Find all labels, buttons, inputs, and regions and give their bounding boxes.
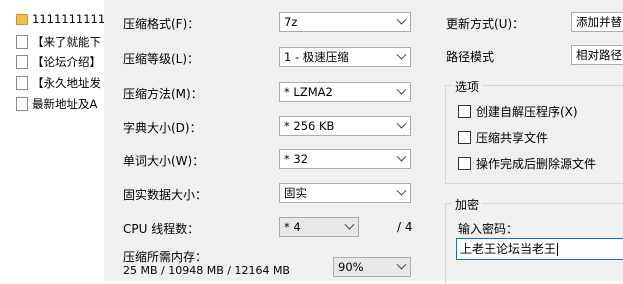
memory-percent-select[interactable]: 90% [333,257,411,277]
folder-icon [16,13,28,25]
chevron-down-icon [396,14,407,25]
memory-percent-value: 90% [338,260,364,274]
format-value: 7z [284,15,298,29]
chevron-down-icon [396,118,407,129]
chevron-down-icon [396,84,407,95]
delete-after-checkbox[interactable]: 操作完成后删除源文件 [458,155,596,172]
solid-block-value: 固实 [284,186,307,200]
shared-files-label: 压缩共享文件 [476,131,549,145]
checkbox-box [458,131,471,144]
memory-value: 25 MB / 10948 MB / 12164 MB [123,264,290,277]
level-value: 1 - 极速压缩 [284,50,349,64]
delete-after-label: 操作完成后删除源文件 [476,157,597,171]
solid-block-select[interactable]: 固实 [279,183,411,203]
password-value: 上老王论坛当老王 [460,242,557,256]
document-icon [16,55,28,69]
word-size-value: * 32 [284,152,309,166]
chevron-down-icon [396,49,407,60]
solid-block-label: 固实数据大小： [123,188,208,202]
list-item[interactable]: 1111111111 [16,10,108,28]
list-item[interactable]: 【永久地址发 [16,74,108,92]
cpu-threads-max: / 4 [397,220,413,234]
format-label: 压缩格式(F)： [123,17,200,31]
memory-label: 压缩所需内存： [123,250,208,264]
list-item[interactable]: 【论坛介绍】 [16,53,108,71]
path-mode-label: 路径模式 [446,50,495,64]
cpu-threads-select[interactable]: * 4 [279,217,359,237]
update-mode-value: 添加并替 [576,15,622,29]
chevron-down-icon [396,185,407,196]
file-name: 最新地址及A [32,97,98,111]
options-title: 选项 [452,78,483,95]
file-list: 1111111111 【来了就能下 【论坛介绍】 【永久地址发 最新地址及A [0,0,108,116]
file-name: 【永久地址发 [32,76,101,90]
chevron-down-icon [396,151,407,162]
update-mode-label: 更新方式(U)： [446,17,525,31]
file-name: 【来了就能下 [32,35,101,49]
file-name: 1111111111 [32,12,106,26]
dictionary-size-select[interactable]: * 256 KB [279,116,411,136]
document-icon [16,97,28,111]
password-label: 输入密码： [458,222,519,236]
method-label: 压缩方法(M)： [123,87,203,101]
level-select[interactable]: 1 - 极速压缩 [279,47,411,67]
checkbox-box [458,105,471,118]
dictionary-size-label: 字典大小(D)： [123,121,202,135]
password-input[interactable]: 上老王论坛当老王 [456,238,623,260]
method-value: * LZMA2 [284,85,333,99]
document-icon [16,76,28,90]
chevron-down-icon [396,259,407,270]
method-select[interactable]: * LZMA2 [279,82,411,102]
sfx-label: 创建自解压程序(X) [476,105,578,119]
cpu-threads-value: * 4 [284,220,301,234]
encryption-title: 加密 [452,196,483,213]
list-item[interactable]: 【来了就能下 [16,33,108,51]
list-item[interactable]: 最新地址及A [16,95,108,113]
word-size-select[interactable]: * 32 [279,149,411,169]
chevron-down-icon [344,219,355,230]
checkbox-box [458,157,471,170]
path-mode-value: 相对路径 [576,48,622,62]
sfx-checkbox[interactable]: 创建自解压程序(X) [458,103,578,120]
path-mode-select[interactable]: 相对路径 [571,45,623,65]
compress-dialog: 压缩格式(F)： 压缩等级(L)： 压缩方法(M)： 字典大小(D)： 单词大小… [104,0,623,284]
shared-files-checkbox[interactable]: 压缩共享文件 [458,129,548,146]
file-name: 【论坛介绍】 [32,55,101,69]
word-size-label: 单词大小(W)： [123,154,205,168]
format-select[interactable]: 7z [279,12,411,32]
dictionary-size-value: * 256 KB [284,119,335,133]
cpu-threads-label: CPU 线程数： [123,222,200,236]
document-icon [16,35,28,49]
text-caret [557,243,559,256]
update-mode-select[interactable]: 添加并替 [571,12,623,32]
level-label: 压缩等级(L)： [123,52,200,66]
